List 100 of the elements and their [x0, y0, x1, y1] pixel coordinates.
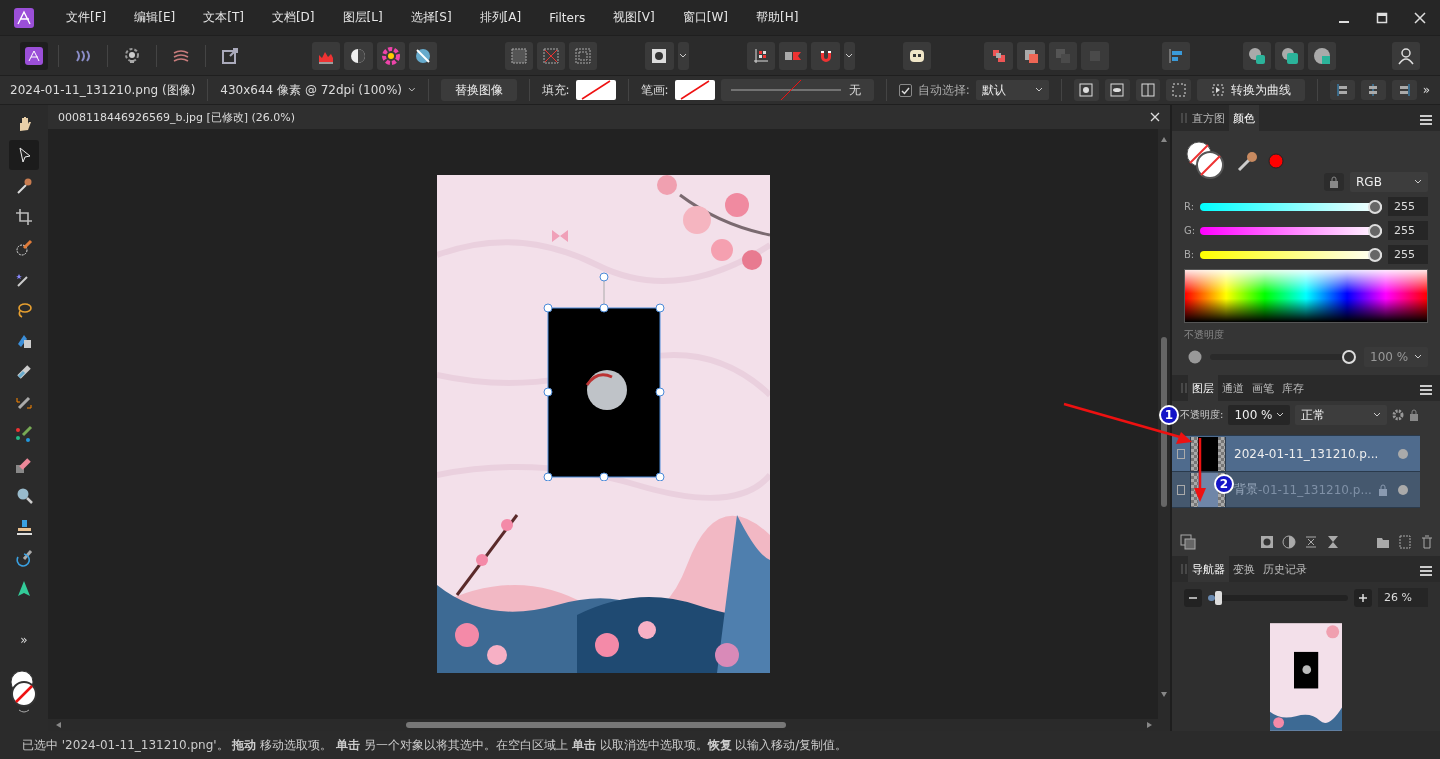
chevron-down-icon[interactable]	[845, 51, 854, 60]
hourglass-icon[interactable]	[1326, 535, 1340, 549]
chevron-down-icon[interactable]	[408, 86, 416, 94]
channel-slider[interactable]	[1200, 199, 1382, 214]
menu-item[interactable]: 窗口[W]	[668, 9, 742, 26]
close-icon[interactable]	[1414, 11, 1426, 24]
stroke-width-field[interactable]: 无	[720, 79, 875, 101]
chevron-down-icon[interactable]	[1414, 178, 1422, 186]
color-spectrum[interactable]	[1184, 269, 1428, 323]
visibility-dot[interactable]	[1398, 448, 1408, 459]
vertical-scrollbar[interactable]	[1160, 137, 1168, 697]
zoom-slider[interactable]	[1208, 590, 1348, 605]
transform-button[interactable]	[1166, 79, 1192, 101]
menu-icon[interactable]	[1420, 114, 1432, 126]
boolean-button[interactable]	[1243, 41, 1272, 70]
panel-tab[interactable]: 直方图	[1188, 105, 1229, 131]
blend-mode-dropdown[interactable]: 正常	[1295, 405, 1388, 425]
selection-button[interactable]	[569, 41, 598, 70]
close-icon[interactable]	[1150, 112, 1160, 122]
panel-tab[interactable]: 图层	[1188, 375, 1218, 401]
adjustment-button[interactable]	[408, 41, 437, 70]
trash-icon[interactable]	[1420, 535, 1434, 549]
align-button[interactable]	[1360, 80, 1386, 100]
panel-tab[interactable]: 历史记录	[1259, 556, 1311, 582]
folder-icon[interactable]	[1376, 535, 1390, 549]
channel-value-field[interactable]: 255	[1388, 197, 1428, 216]
menu-item[interactable]: 文本[T]	[189, 9, 258, 26]
channel-value-field[interactable]: 255	[1388, 221, 1428, 240]
persona-button[interactable]	[20, 41, 49, 70]
transform-button[interactable]	[1135, 79, 1161, 101]
mask-icon[interactable]	[1260, 535, 1274, 549]
zoom-field[interactable]: 26 %	[1378, 588, 1428, 607]
channel-slider[interactable]	[1200, 223, 1382, 238]
slider-thumb[interactable]	[1368, 199, 1382, 214]
document-tab[interactable]: 0008118446926569_b.jpg [已修改] (26.0%)	[58, 109, 296, 125]
menu-icon[interactable]	[1420, 384, 1432, 396]
more-button[interactable]: »	[1422, 83, 1430, 97]
menu-item[interactable]: 图层[L]	[328, 9, 397, 26]
gear-icon[interactable]	[1392, 409, 1405, 421]
slider-thumb[interactable]	[1214, 590, 1222, 605]
replace-image-button[interactable]: 替换图像	[440, 79, 517, 101]
layer-name[interactable]: 2024-01-11_131210.p...	[1234, 446, 1379, 461]
chevron-down-icon[interactable]	[1034, 86, 1043, 94]
panel-tab[interactable]: 库存	[1278, 375, 1308, 401]
menu-item[interactable]: 文件[F]	[52, 9, 121, 26]
maximize-icon[interactable]	[1376, 11, 1388, 24]
slider-thumb[interactable]	[1368, 223, 1382, 238]
boolean-button[interactable]	[1275, 41, 1304, 70]
menu-item[interactable]: 视图[V]	[599, 9, 669, 26]
eyedropper-icon[interactable]	[1236, 149, 1260, 173]
menu-item[interactable]: 文档[D]	[257, 9, 329, 26]
panel-tab[interactable]: 画笔	[1248, 375, 1278, 401]
fx-icon[interactable]	[1304, 535, 1318, 549]
fill-swatch[interactable]	[575, 80, 616, 100]
adjustment-icon[interactable]	[1282, 535, 1296, 549]
stroke-swatch[interactable]	[674, 80, 715, 100]
align-button[interactable]	[1162, 41, 1191, 70]
chevron-down-icon[interactable]	[1414, 353, 1422, 361]
checkbox[interactable]	[899, 83, 912, 97]
visibility-dot[interactable]	[1398, 484, 1408, 495]
menu-item[interactable]: 编辑[E]	[120, 9, 190, 26]
convert-to-curves-button[interactable]: 转换为曲线	[1197, 79, 1306, 101]
account-button[interactable]	[1391, 41, 1420, 70]
align-button[interactable]	[1391, 80, 1417, 100]
lock-icon[interactable]	[1409, 409, 1420, 421]
boolean-button[interactable]	[1307, 41, 1336, 70]
lock-icon[interactable]	[1378, 483, 1388, 496]
transform-button[interactable]	[1073, 79, 1099, 101]
panel-tab[interactable]: 颜色	[1229, 105, 1259, 131]
transform-button[interactable]	[1104, 79, 1130, 101]
layers-icon[interactable]	[1180, 534, 1196, 550]
slider-thumb[interactable]	[1342, 350, 1356, 364]
more-tools-button[interactable]: »	[20, 633, 28, 647]
panel-tab[interactable]: 通道	[1218, 375, 1248, 401]
arrange-button[interactable]	[1016, 41, 1045, 70]
mask-button[interactable]	[645, 41, 674, 70]
zoom-out-button[interactable]	[1184, 588, 1202, 607]
zoom-in-button[interactable]	[1354, 588, 1372, 607]
chevron-down-icon[interactable]	[679, 51, 688, 60]
panel-tab[interactable]: 导航器	[1188, 556, 1229, 582]
color-swatches-icon[interactable]	[9, 670, 39, 716]
panel-tab[interactable]: 变换	[1229, 556, 1259, 582]
adjustment-button[interactable]	[376, 41, 405, 70]
menu-item[interactable]: Filters	[535, 10, 600, 25]
layer-row[interactable]: 2024-01-11_131210.p...	[1172, 435, 1420, 471]
menu-icon[interactable]	[1420, 565, 1432, 577]
visibility-icon[interactable]	[1177, 484, 1185, 495]
tool-button[interactable]	[9, 140, 39, 170]
menu-item[interactable]: 排列[A]	[465, 9, 536, 26]
assistant-button[interactable]	[903, 41, 932, 70]
menu-item[interactable]: 帮助[H]	[741, 9, 813, 26]
chevron-down-icon[interactable]	[1276, 411, 1285, 419]
chevron-down-icon[interactable]	[1373, 411, 1382, 419]
selection-button[interactable]	[537, 41, 566, 70]
adjustment-button[interactable]	[344, 41, 373, 70]
layer-opacity-field[interactable]: 100 %	[1228, 405, 1291, 425]
pixel-layer-icon[interactable]	[1398, 535, 1412, 549]
snapping-button[interactable]	[747, 41, 776, 70]
lock-button[interactable]	[1324, 173, 1344, 191]
channel-slider[interactable]	[1200, 247, 1382, 262]
